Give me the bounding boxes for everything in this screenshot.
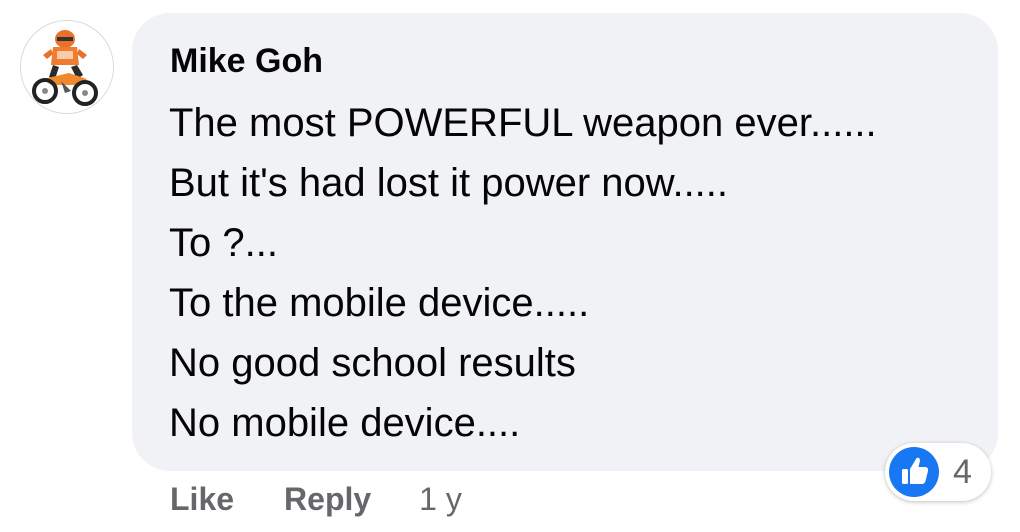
comment-line: No mobile device....: [169, 401, 521, 445]
reply-button[interactable]: Reply: [284, 479, 371, 519]
comment-line: The most POWERFUL weapon ever......: [169, 101, 877, 145]
comment-line: To ?...: [169, 221, 278, 265]
motorbike-rider-avatar-icon: [21, 21, 113, 113]
comment-thread: Mike Goh The most POWERFUL weapon ever..…: [0, 0, 1020, 532]
comment-bubble: Mike Goh The most POWERFUL weapon ever..…: [132, 13, 998, 471]
comment-author[interactable]: Mike Goh: [170, 44, 323, 78]
like-button[interactable]: Like: [170, 479, 234, 519]
avatar[interactable]: [20, 20, 114, 114]
comment-line: No good school results: [169, 341, 576, 385]
comment-timestamp[interactable]: 1 y: [419, 479, 462, 519]
comment-actions: Like Reply 1 y: [170, 477, 462, 521]
comment-body: The most POWERFUL weapon ever...... But …: [169, 93, 969, 453]
comment-line: To the mobile device.....: [169, 281, 590, 325]
like-reaction-badge: [889, 447, 939, 497]
reaction-count: 4: [953, 453, 972, 491]
comment-line: But it's had lost it power now.....: [169, 161, 729, 205]
reaction-summary[interactable]: 4: [885, 443, 991, 501]
thumbs-up-icon: [902, 457, 929, 484]
